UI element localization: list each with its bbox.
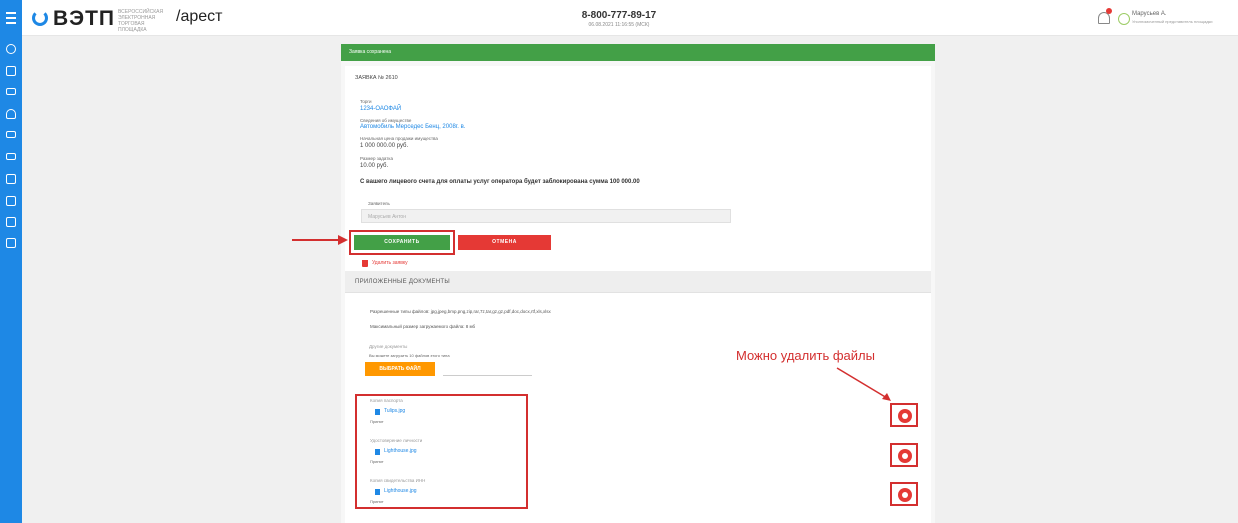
documents-header: ПРИЛОЖЕННЫЕ ДОКУМЕНТЫ <box>345 271 931 293</box>
user-icon[interactable] <box>6 109 16 119</box>
file-category: Копия свидетельства ИНН <box>370 478 426 483</box>
remove-icon <box>898 409 912 423</box>
top-bar: ВЭТП ВСЕРОССИЙСКАЯ ЭЛЕКТРОННАЯ ТОРГОВАЯ … <box>0 0 1238 36</box>
user-name[interactable]: Марусьев А. <box>1132 11 1167 17</box>
files-highlight-box <box>355 394 528 509</box>
trash-icon[interactable] <box>362 260 368 267</box>
remove-file-button[interactable] <box>890 482 918 506</box>
user-role: Уполномоченный представитель площадки <box>1132 19 1213 24</box>
file-status: Принят <box>370 499 384 504</box>
request-title: ЗАЯВКА № 2610 <box>355 75 398 81</box>
allowed-file-types: Разрешенные типы файлов: jpg,jpeg,bmp,pn… <box>370 309 551 314</box>
other-docs-hint: Вы можете загрузить 10 файлов этого типа <box>369 353 450 358</box>
car-icon[interactable] <box>6 131 16 138</box>
current-datetime: 06.08.2021 11:16:55 (МСК) <box>588 22 650 28</box>
file-status: Принят <box>370 419 384 424</box>
applicant-field[interactable]: Марусьев Антон <box>361 209 731 223</box>
delete-request-link[interactable]: Удалить заявку <box>372 260 408 266</box>
block-notice: С вашего лицевого счета для оплаты услуг… <box>360 179 640 185</box>
applicant-label: Заявитель <box>368 201 390 206</box>
success-banner-text: Заявка сохранена <box>349 49 392 55</box>
badge-icon[interactable] <box>6 238 16 248</box>
file-icon <box>375 409 380 415</box>
doc-stack-icon[interactable] <box>6 174 16 184</box>
car-icon[interactable] <box>6 153 16 160</box>
file-link[interactable]: Lighthouse.jpg <box>384 488 417 494</box>
remove-file-button[interactable] <box>890 443 918 467</box>
notification-badge <box>1106 8 1112 14</box>
document-icon[interactable] <box>6 66 16 76</box>
upload-filename-field[interactable] <box>443 375 532 376</box>
other-docs-label: Другие документы <box>369 344 408 349</box>
section-name: /арест <box>176 8 223 25</box>
success-banner: Заявка сохранена <box>341 44 935 61</box>
list-icon[interactable] <box>6 196 16 206</box>
file-category: Удостоверение личности <box>370 438 423 443</box>
file-icon <box>375 449 380 455</box>
request-title-card <box>345 66 931 96</box>
deposit-value: 10.00 руб. <box>360 163 389 169</box>
remove-icon <box>898 488 912 502</box>
remove-file-button[interactable] <box>890 403 918 427</box>
file-status: Принят <box>370 459 384 464</box>
lot-link[interactable]: 1234-ОАОФАЙ <box>360 106 401 112</box>
home-icon[interactable] <box>6 217 16 227</box>
file-link[interactable]: Lighthouse.jpg <box>384 448 417 454</box>
arrow-head-icon <box>338 235 348 245</box>
remove-icon <box>898 449 912 463</box>
price-label: Начальная цена продажи имущества <box>360 136 438 141</box>
sidebar <box>0 36 22 523</box>
save-highlight-box <box>349 230 455 255</box>
logo-icon <box>32 10 48 26</box>
documents-title: ПРИЛОЖЕННЫЕ ДОКУМЕНТЫ <box>355 279 451 285</box>
file-category: Копия паспорта <box>370 398 403 403</box>
logo-text: ВЭТП <box>53 7 116 30</box>
file-link[interactable]: Tulips.jpg <box>384 408 405 414</box>
upload-file-button[interactable]: ВЫБРАТЬ ФАЙЛ <box>365 362 435 376</box>
property-link[interactable]: Автомобиль Мерседес Бенц, 2008г. в. <box>360 124 465 130</box>
user-avatar-icon[interactable] <box>1118 13 1130 25</box>
menu-icon[interactable] <box>0 0 22 36</box>
cancel-button[interactable]: ОТМЕНА <box>458 235 551 250</box>
logo-subtitle: ВСЕРОССИЙСКАЯ ЭЛЕКТРОННАЯ ТОРГОВАЯ ПЛОЩА… <box>118 9 164 33</box>
property-label: Сведения об имуществе <box>360 118 412 123</box>
settings-icon[interactable] <box>6 44 16 54</box>
file-icon <box>375 489 380 495</box>
card-icon[interactable] <box>6 88 16 95</box>
phone-number: 8-800-777-89-17 <box>581 10 657 21</box>
max-file-size: Максимальный размер загружаемого файла: … <box>370 324 476 329</box>
deposit-label: Размер задатка <box>360 156 393 161</box>
annotation-arrow <box>292 239 342 241</box>
lot-label: Торги <box>360 99 372 104</box>
annotation-arrow-icon <box>836 367 891 401</box>
annotation-text: Можно удалить файлы <box>736 348 875 363</box>
price-value: 1 000 000.00 руб. <box>360 143 409 149</box>
